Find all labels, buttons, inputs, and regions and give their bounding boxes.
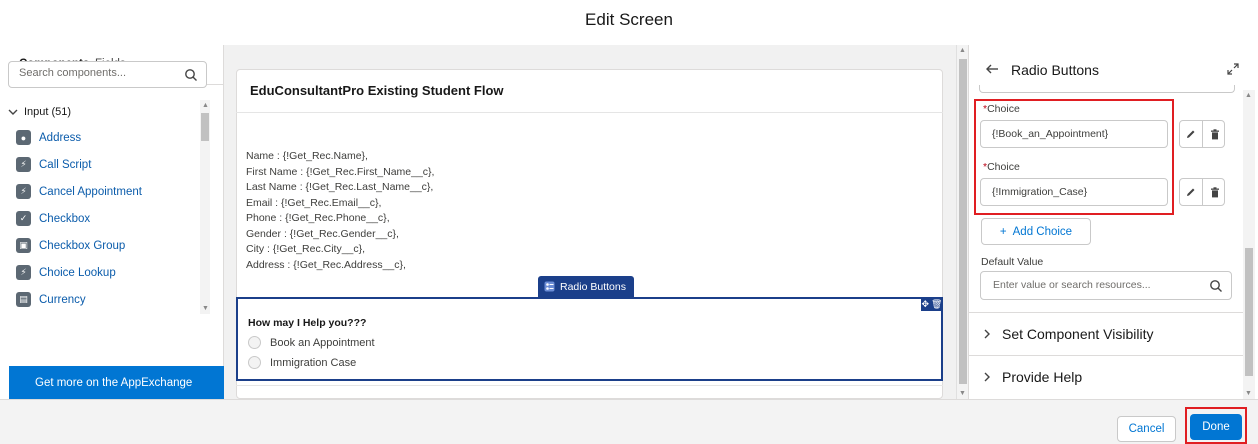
modal-footer	[0, 399, 1258, 444]
cancel-button[interactable]: Cancel	[1117, 416, 1176, 442]
chevron-right-icon	[984, 372, 990, 381]
card-divider	[236, 112, 943, 113]
add-choice-button[interactable]: + Add Choice	[981, 218, 1091, 245]
merge-field-line: Gender : {!Get_Rec.Gender__c},	[246, 227, 399, 240]
component-address[interactable]: ● Address	[16, 124, 196, 151]
component-call-script[interactable]: ⚡ Call Script	[16, 151, 196, 178]
flow-title: EduConsultantPro Existing Student Flow	[250, 83, 504, 98]
move-icon[interactable]: ✥	[922, 299, 930, 310]
component-actions: ✥ 🗑	[921, 297, 943, 311]
display-text-component[interactable]: Name : {!Get_Rec.Name}, First Name : {!G…	[246, 149, 434, 273]
back-arrow-icon[interactable]	[985, 62, 999, 76]
component-label: Call Script	[39, 158, 92, 171]
radio-option-label: Book an Appointment	[270, 336, 375, 349]
call-script-icon: ⚡	[16, 157, 31, 172]
component-cancel-appointment[interactable]: ⚡ Cancel Appointment	[16, 178, 196, 205]
radio-circle[interactable]	[248, 356, 261, 369]
component-choice-lookup[interactable]: ⚡ Choice Lookup	[16, 259, 196, 286]
search-icon	[185, 69, 197, 81]
currency-icon: ▤	[16, 292, 31, 307]
scroll-thumb[interactable]	[1245, 248, 1253, 376]
merge-field-line: Last Name : {!Get_Rec.Last_Name__c},	[246, 181, 434, 193]
chevron-down-icon	[8, 109, 18, 115]
radio-buttons-tag: Radio Buttons	[538, 276, 634, 297]
merge-field-line: First Name : {!Get_Rec.First_Name__c},	[246, 165, 435, 178]
properties-title: Radio Buttons	[1011, 62, 1099, 78]
canvas-scrollbar[interactable]: ▲ ▼	[956, 45, 968, 399]
radio-buttons-component[interactable]: ✥ 🗑 How may I Help you??? Book an Appoin…	[236, 297, 943, 381]
search-input[interactable]	[19, 67, 179, 79]
section-set-component-visibility[interactable]: Set Component Visibility	[968, 312, 1243, 354]
scroll-up-icon[interactable]: ▲	[959, 47, 966, 54]
search-icon	[1210, 280, 1222, 292]
scroll-thumb[interactable]	[201, 113, 209, 141]
chevron-right-icon	[984, 329, 990, 338]
done-highlight	[1185, 407, 1247, 444]
cancel-appointment-icon: ⚡	[16, 184, 31, 199]
checkbox-icon: ✓	[16, 211, 31, 226]
edit-icon[interactable]	[1180, 179, 1203, 205]
search-components[interactable]	[8, 61, 207, 88]
radio-tag-label: Radio Buttons	[560, 280, 626, 293]
scroll-down-icon[interactable]: ▼	[202, 305, 209, 312]
component-label: Checkbox	[39, 212, 91, 225]
radio-question: How may I Help you???	[248, 317, 367, 329]
delete-icon[interactable]: 🗑	[931, 299, 942, 310]
merge-field-line: Phone : {!Get_Rec.Phone__c},	[246, 212, 390, 224]
section-label: Set Component Visibility	[1002, 325, 1154, 342]
radio-option-label: Immigration Case	[270, 356, 357, 369]
scroll-thumb[interactable]	[959, 59, 967, 384]
radio-circle[interactable]	[248, 336, 261, 349]
trash-icon[interactable]	[1203, 179, 1226, 205]
expand-icon[interactable]	[1227, 63, 1239, 75]
default-value-label: Default Value	[981, 256, 1044, 268]
component-checkbox[interactable]: ✓ Checkbox	[16, 205, 196, 232]
component-label: Currency	[39, 293, 86, 306]
merge-field-line: City : {!Get_Rec.City__c},	[246, 243, 366, 255]
merge-field-line: Address : {!Get_Rec.Address__c},	[246, 258, 406, 271]
address-icon: ●	[16, 130, 31, 145]
section-input[interactable]: Input (51)	[8, 106, 71, 118]
radio-option[interactable]: Book an Appointment	[248, 336, 375, 349]
components-scrollbar[interactable]: ▲ ▼	[200, 100, 210, 314]
scroll-up-icon[interactable]: ▲	[1245, 92, 1252, 99]
section-label: Input (51)	[24, 106, 72, 118]
merge-field-line: Name : {!Get_Rec.Name},	[246, 150, 368, 162]
default-value-field[interactable]	[980, 271, 1232, 300]
modal-title: Edit Screen	[585, 10, 673, 29]
trash-icon[interactable]	[1203, 121, 1226, 147]
choice-actions-2	[1179, 178, 1225, 206]
appexchange-link[interactable]: Get more on the AppExchange	[9, 366, 224, 399]
add-choice-label: Add Choice	[1012, 225, 1073, 238]
section-provide-help[interactable]: Provide Help	[968, 355, 1243, 397]
card-footer-area	[236, 385, 943, 399]
scroll-up-icon[interactable]: ▲	[202, 102, 209, 109]
default-value-input[interactable]	[993, 279, 1203, 291]
component-list: ● Address ⚡ Call Script ⚡ Cancel Appoint…	[16, 124, 196, 313]
merge-field-line: Email : {!Get_Rec.Email__c},	[246, 196, 382, 209]
previous-field-edge	[979, 85, 1235, 93]
edit-icon[interactable]	[1180, 121, 1203, 147]
component-label: Address	[39, 131, 82, 144]
scroll-down-icon[interactable]: ▼	[1245, 390, 1252, 397]
radio-group-icon	[544, 281, 555, 292]
choice-lookup-icon: ⚡	[16, 265, 31, 280]
component-checkbox-group[interactable]: ▣ Checkbox Group	[16, 232, 196, 259]
choices-highlight	[974, 99, 1174, 215]
section-label: Provide Help	[1002, 368, 1083, 385]
choice-actions-1	[1179, 120, 1225, 148]
plus-icon: +	[999, 225, 1007, 238]
checkbox-group-icon: ▣	[16, 238, 31, 253]
component-label: Cancel Appointment	[39, 185, 142, 198]
component-currency[interactable]: ▤ Currency	[16, 286, 196, 313]
component-label: Choice Lookup	[39, 266, 116, 279]
radio-option[interactable]: Immigration Case	[248, 356, 356, 369]
edit-screen-modal: Edit Screen Components Fields Input (51)…	[0, 0, 1258, 444]
scroll-down-icon[interactable]: ▼	[959, 390, 966, 397]
component-label: Checkbox Group	[39, 239, 126, 252]
properties-scrollbar[interactable]: ▲ ▼	[1243, 90, 1255, 399]
